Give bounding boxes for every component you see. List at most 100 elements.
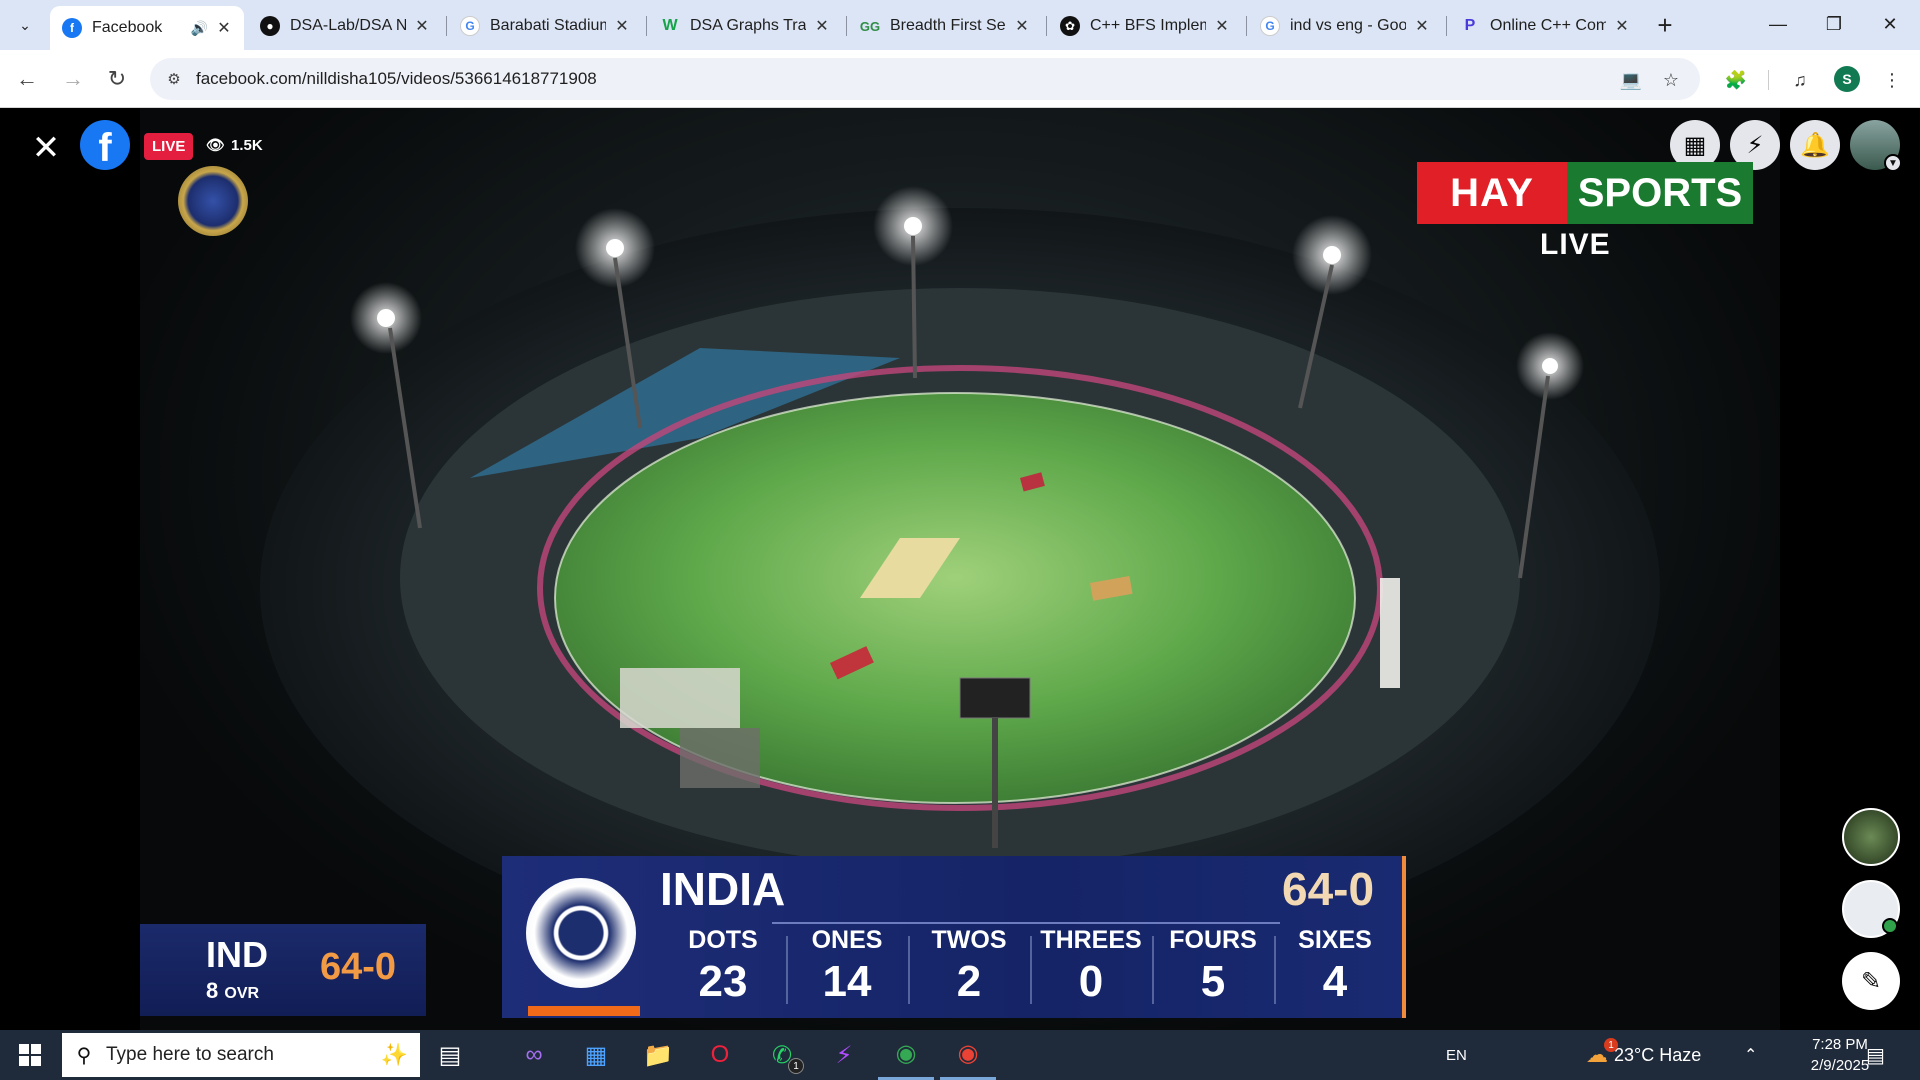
back-button[interactable]: ← [10, 62, 44, 96]
weather-widget[interactable]: ☁ 1 23°C Haze [1586, 1030, 1701, 1080]
toolbar-divider [1768, 70, 1769, 90]
close-icon[interactable]: ✕ [1212, 16, 1232, 36]
menu-kebab-icon[interactable]: ⋮ [1878, 66, 1906, 94]
close-icon[interactable]: ✕ [214, 18, 234, 38]
opera-icon: O [710, 1041, 730, 1068]
grid-icon: ▦ [1683, 131, 1707, 159]
restore-button[interactable]: ❐ [1806, 0, 1862, 48]
chrome-profile-button[interactable]: ◉ [940, 1030, 996, 1080]
visual-studio-icon: ∞ [525, 1041, 543, 1068]
notifications-center-button[interactable]: ▤ [1866, 1030, 1885, 1080]
close-icon: ✕ [1882, 13, 1898, 34]
stat-twos: TWOS 2 [908, 926, 1030, 1007]
stat-label: FOURS [1169, 926, 1257, 954]
reload-button[interactable]: ↻ [100, 62, 134, 96]
tab-label: ind vs eng - Google Search [1290, 17, 1406, 34]
chrome-button[interactable]: ◉ [878, 1030, 934, 1080]
install-app-icon[interactable]: 💻 [1618, 67, 1644, 93]
close-window-button[interactable]: ✕ [1862, 0, 1918, 48]
tab-label: DSA-Lab/DSA Notes [290, 17, 406, 34]
stat-sixes: SIXES 4 [1274, 926, 1396, 1007]
new-tab-button[interactable]: + [1650, 10, 1680, 40]
chevron-down-icon[interactable]: ▼ [1884, 154, 1902, 172]
overs-value: 8 [206, 978, 219, 1003]
chevron-up-icon: ⌃ [1744, 1047, 1758, 1064]
address-bar[interactable]: ⚙ facebook.com/nilldisha105/videos/53661… [150, 58, 1700, 100]
tab-github[interactable]: ● DSA-Lab/DSA Notes ✕ [248, 6, 442, 46]
close-video-button[interactable]: ✕ [28, 129, 64, 167]
viewer-count: 👁 1.5K [206, 136, 263, 155]
video-player[interactable]: ✕ f LIVE 👁 1.5K ▦ ⚡ 🔔 ▼ HAY SPORTS LIVE … [0, 108, 1920, 1030]
tab-separator [446, 16, 447, 36]
weather-badge: 1 [1604, 1038, 1618, 1052]
tab-facebook[interactable]: f Facebook 🔊 ✕ [50, 6, 244, 50]
tab-cpp-bfs[interactable]: ✿ C++ BFS Implementation ✕ [1048, 6, 1242, 46]
notification-icon: ▤ [1866, 1044, 1885, 1067]
tab-dsa-graphs[interactable]: W DSA Graphs Traversal ✕ [648, 6, 842, 46]
stat-value: 23 [698, 957, 748, 1006]
tab-search-dropdown[interactable]: ⌄ [10, 10, 40, 40]
tab-online-cpp[interactable]: P Online C++ Compiler ✕ [1448, 6, 1642, 46]
programiz-icon: P [1464, 17, 1476, 34]
close-icon[interactable]: ✕ [812, 16, 832, 36]
tab-bfs[interactable]: GG Breadth First Search ✕ [848, 6, 1042, 46]
stat-value: 5 [1200, 957, 1226, 1006]
folder-icon: 📁 [643, 1041, 673, 1069]
facebook-logo-button[interactable]: f [80, 120, 130, 170]
facebook-icon: f [98, 126, 112, 170]
close-icon[interactable]: ✕ [1612, 16, 1632, 36]
store-icon: ▦ [584, 1041, 608, 1069]
url-text[interactable]: facebook.com/nilldisha105/videos/5366146… [196, 69, 597, 89]
tab-strip: ⌄ f Facebook 🔊 ✕ ● DSA-Lab/DSA Notes ✕ G… [0, 0, 1920, 50]
messenger-icon: ⚡ [1746, 131, 1764, 159]
close-icon: ✕ [31, 129, 61, 167]
minimize-icon: — [1769, 13, 1787, 34]
profile-avatar[interactable]: S [1834, 66, 1860, 92]
overs-unit: OVR [224, 985, 260, 1002]
tab-ind-vs-eng[interactable]: G ind vs eng - Google Search ✕ [1248, 6, 1442, 46]
whatsapp-button[interactable]: ✆ 1 [754, 1030, 810, 1080]
live-badge: LIVE [144, 133, 194, 160]
team-total: 64-0 [1282, 863, 1375, 915]
google-icon: G [1260, 16, 1280, 36]
speaker-icon[interactable]: 🔊 [191, 20, 208, 37]
bookmark-star-icon[interactable]: ☆ [1658, 67, 1684, 93]
close-icon[interactable]: ✕ [1012, 16, 1032, 36]
gfg-icon: GG [859, 18, 881, 34]
chatgpt-icon: ✿ [1060, 16, 1080, 36]
site-info-icon[interactable]: ⚙ [162, 67, 186, 91]
taskbar-search[interactable]: ⚲ Type here to search ✨ [62, 1033, 420, 1077]
language-indicator[interactable]: EN [1446, 1030, 1467, 1080]
close-icon[interactable]: ✕ [1412, 16, 1432, 36]
tab-label: C++ BFS Implementation [1090, 17, 1206, 34]
media-control-icon[interactable]: ♫ [1786, 66, 1814, 94]
whatsapp-badge: 1 [788, 1058, 804, 1074]
profile-initial: S [1842, 71, 1852, 87]
stat-threes: THREES 0 [1030, 926, 1152, 1007]
contact-avatar[interactable] [1842, 808, 1900, 866]
bcci-emblem: ★ [526, 878, 636, 988]
forward-button[interactable]: → [56, 62, 90, 96]
search-placeholder: Type here to search [106, 1044, 274, 1065]
close-icon[interactable]: ✕ [412, 16, 432, 36]
start-button[interactable] [0, 1030, 60, 1080]
task-view-button[interactable]: ▤ [422, 1030, 478, 1080]
notifications-button[interactable]: 🔔 [1790, 120, 1840, 170]
close-icon[interactable]: ✕ [612, 16, 632, 36]
github-icon: ● [260, 16, 280, 36]
store-button[interactable]: ▦ [568, 1030, 624, 1080]
search-icon: ⚲ [76, 1044, 92, 1067]
extensions-icon[interactable]: 🧩 [1722, 66, 1750, 94]
new-message-button[interactable]: ✎ [1842, 952, 1900, 1010]
visual-studio-button[interactable]: ∞ [506, 1030, 562, 1080]
file-explorer-button[interactable]: 📁 [630, 1030, 686, 1080]
chevron-down-icon: ⌄ [19, 16, 31, 33]
show-hidden-icons-button[interactable]: ⌃ [1744, 1030, 1757, 1080]
facebook-icon: f [62, 18, 82, 38]
team-name: INDIA [660, 863, 786, 915]
logo-hay: HAY [1417, 162, 1567, 224]
minimize-button[interactable]: — [1750, 0, 1806, 48]
opera-button[interactable]: O [692, 1030, 748, 1080]
messenger-app-button[interactable]: ⚡ [816, 1030, 872, 1080]
tab-barabati[interactable]: G Barabati Stadium ✕ [448, 6, 642, 46]
